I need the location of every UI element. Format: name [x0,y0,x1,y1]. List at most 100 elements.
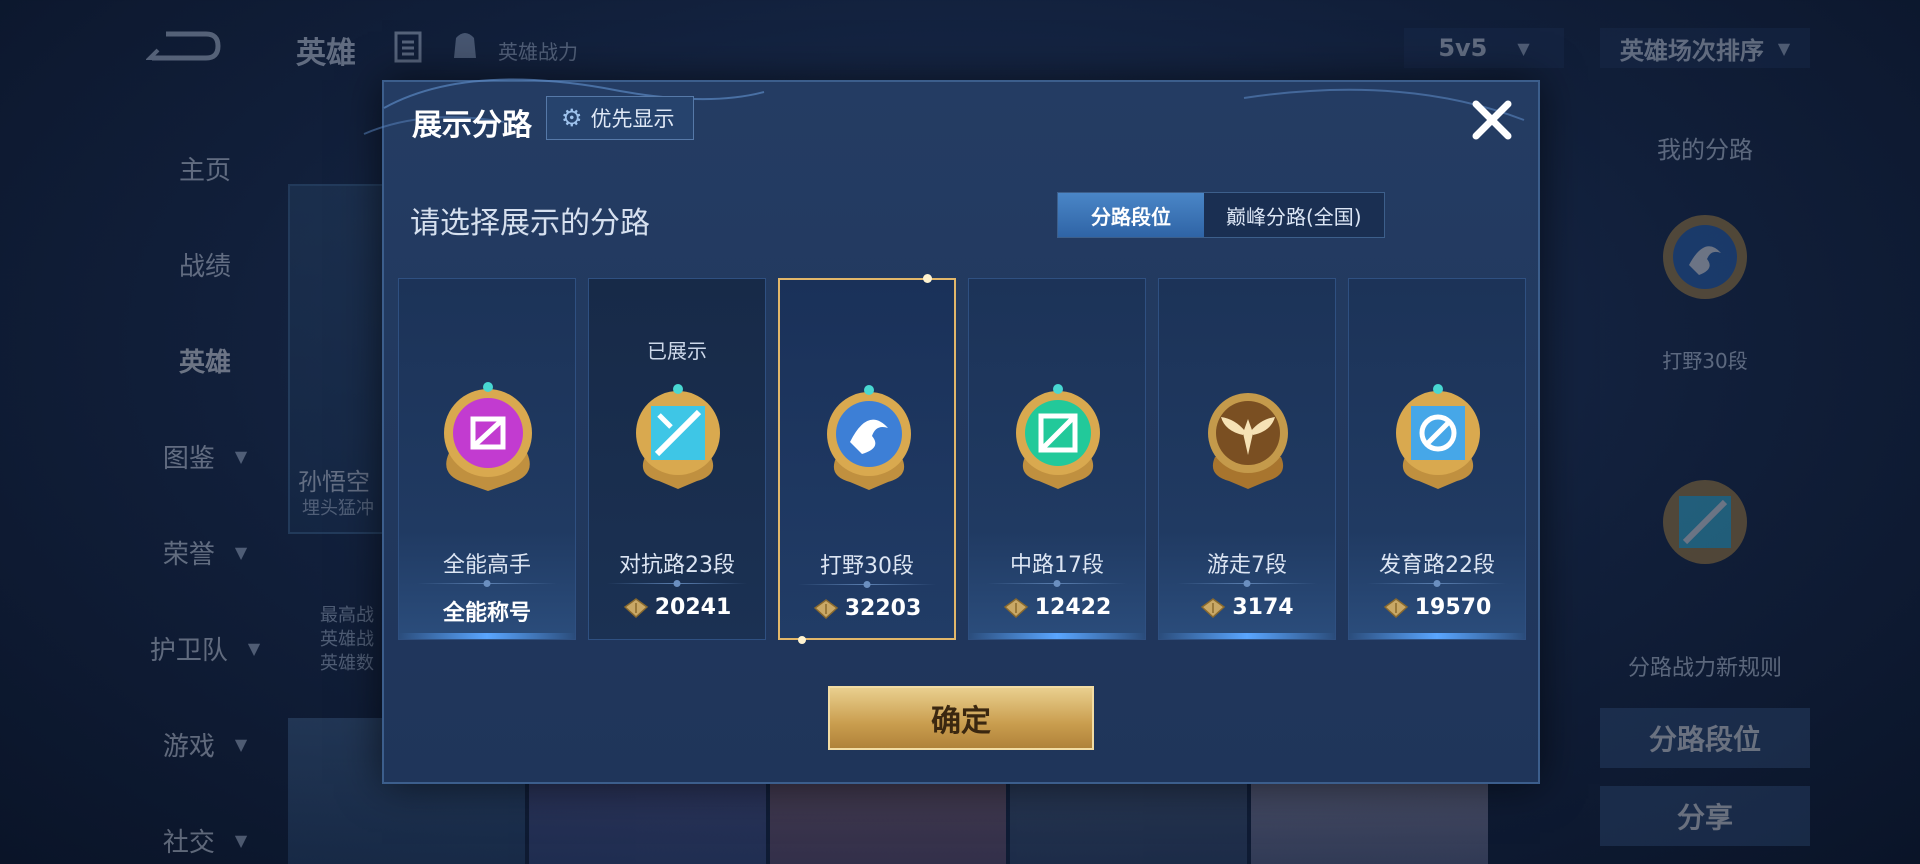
modal-title: 展示分路 [412,108,532,143]
lane-power-value: 12422 [1034,595,1112,620]
sidebar-item-hero[interactable]: 英雄 [130,312,280,408]
lane-power-value: 19570 [1414,595,1492,620]
lane-divider [607,583,747,584]
priority-display-button[interactable]: ⚙ 优先显示 [546,96,694,140]
power-icon [1003,597,1028,618]
lane-label: 发育路22段 [1379,553,1495,578]
roam-badge-icon [1208,393,1288,489]
sidebar-item-record[interactable]: 战绩 [130,216,280,312]
hero-desc: 最高战 英雄战 英雄数 [320,605,374,674]
lane-mode-toggle: 分路段位 巅峰分路(全国) [1057,192,1385,238]
lane-divider [417,583,557,584]
lane-label: 对抗路23段 [619,553,735,578]
lane-divider [798,584,936,585]
lane-list: 全能高手 全能称号 已展示 对抗路23段 20241 打野30段 32203 中… [398,274,1526,644]
jungle-badge-icon [1663,215,1747,299]
lane-glow [399,633,575,639]
lane-power: 3174 [1159,595,1335,620]
lane-bottom-text: 全能称号 [442,601,531,626]
lane-glow [1349,633,1525,639]
chevron-down-icon: ▼ [234,734,248,754]
lane-glow [1159,633,1335,639]
share-button[interactable]: 分享 [1600,786,1810,846]
chevron-down-icon: ▼ [247,638,261,658]
lane-power-value: 32203 [844,596,922,621]
sidebar-item-label: 战绩 [178,251,231,282]
power-icon [623,597,648,618]
chevron-down-icon: ▼ [1517,38,1530,58]
sidebar-item-honor[interactable]: 荣誉 ▼ [130,504,280,600]
mode-select[interactable]: 5v5 ▼ [1404,28,1564,68]
lane-label: 打野30段 [820,554,914,579]
helmet-icon[interactable] [450,28,480,62]
hero-name: 孙悟空 [298,468,370,496]
my-lane-rank: 打野30段 [1662,349,1748,373]
lane-label: 全能高手 [442,553,531,578]
hero-power-label[interactable]: 英雄战力 [498,36,578,65]
document-icon[interactable] [393,30,423,64]
lane-card-allround[interactable]: 全能高手 全能称号 [398,278,576,640]
sidebar-item-home[interactable]: 主页 [130,120,280,216]
lane-glow [969,633,1145,639]
mode-select-value: 5v5 [1438,34,1488,62]
clash-badge-icon [636,384,720,489]
chevron-down-icon: ▼ [234,542,248,562]
chevron-down-icon: ▼ [234,446,248,466]
sidebar-item-label: 护卫队 [149,635,228,666]
lane-power-value: 20241 [654,595,732,620]
lane-power: 12422 [969,595,1145,620]
sidebar-item-label: 英雄 [178,347,231,378]
page-title: 英雄 [296,36,356,71]
sidebar-item-codex[interactable]: 图鉴 ▼ [130,408,280,504]
sidebar-item-label: 图鉴 [162,443,215,474]
allround-badge-icon [444,382,532,491]
lane-status: 已展示 [647,339,707,363]
mid-badge-icon [1016,384,1100,489]
lane-card-jungle[interactable]: 打野30段 32203 [778,274,956,644]
my-lane-panel: 我的分路 打野30段 [1600,110,1810,586]
sort-select[interactable]: 英雄场次排序 ▼ [1600,28,1810,68]
select-lane-prompt: 请选择展示的分路 [410,206,650,241]
tab-peak-lane[interactable]: 巅峰分路(全国) [1204,193,1384,237]
new-rules-link[interactable]: 分路战力新规则 [1600,650,1810,682]
lane-card-mid[interactable]: 中路17段 12422 [968,278,1146,640]
hero-subtitle: 埋头猛冲 [302,498,374,519]
sidebar-item-social[interactable]: 社交 ▼ [130,792,280,864]
lane-card-clash[interactable]: 已展示 对抗路23段 20241 [588,278,766,640]
lane-power: 20241 [589,595,765,620]
clash-badge-icon [1663,480,1747,564]
lane-card-farm[interactable]: 发育路22段 19570 [1348,278,1526,640]
lane-card-roam[interactable]: 游走7段 3174 [1158,278,1336,640]
lane-divider [1177,583,1317,584]
power-icon [1201,597,1226,618]
confirm-button[interactable]: 确定 [828,686,1094,750]
priority-display-label: 优先显示 [590,107,675,131]
farm-badge-icon [1396,384,1480,489]
lane-rank-button[interactable]: 分路段位 [1600,708,1810,768]
jungle-badge-icon [827,385,911,490]
lane-display-modal: 展示分路 ⚙ 优先显示 请选择展示的分路 分路段位 巅峰分路(全国) 全能高手 [363,78,1540,784]
my-lane-title: 我的分路 [1657,136,1753,164]
back-arrow-icon[interactable] [146,30,222,62]
power-icon [1383,597,1408,618]
gear-icon: ⚙ [561,104,583,132]
sidebar-item-label: 主页 [178,155,231,186]
lane-power: 19570 [1349,595,1525,620]
lane-title-text: 全能称号 [399,595,575,627]
lane-label: 游走7段 [1207,553,1287,578]
sort-select-value: 英雄场次排序 [1619,36,1764,65]
sidebar-item-label: 游戏 [162,731,215,762]
sidebar-nav: 主页 战绩 英雄 图鉴 ▼ 荣誉 ▼ 护卫队 ▼ 游戏 ▼ 社交 ▼ [130,120,280,864]
tab-lane-rank[interactable]: 分路段位 [1058,193,1204,237]
lane-label: 中路17段 [1010,553,1104,578]
lane-divider [1367,583,1507,584]
chevron-down-icon: ▼ [234,830,248,850]
lane-power-value: 3174 [1232,595,1294,620]
chevron-down-icon: ▼ [1777,38,1791,58]
lane-divider [987,583,1127,584]
sidebar-item-label: 荣誉 [162,539,215,570]
sidebar-item-label: 社交 [162,827,215,858]
close-icon[interactable] [1466,94,1518,146]
sidebar-item-guard[interactable]: 护卫队 ▼ [130,600,280,696]
sidebar-item-game[interactable]: 游戏 ▼ [130,696,280,792]
